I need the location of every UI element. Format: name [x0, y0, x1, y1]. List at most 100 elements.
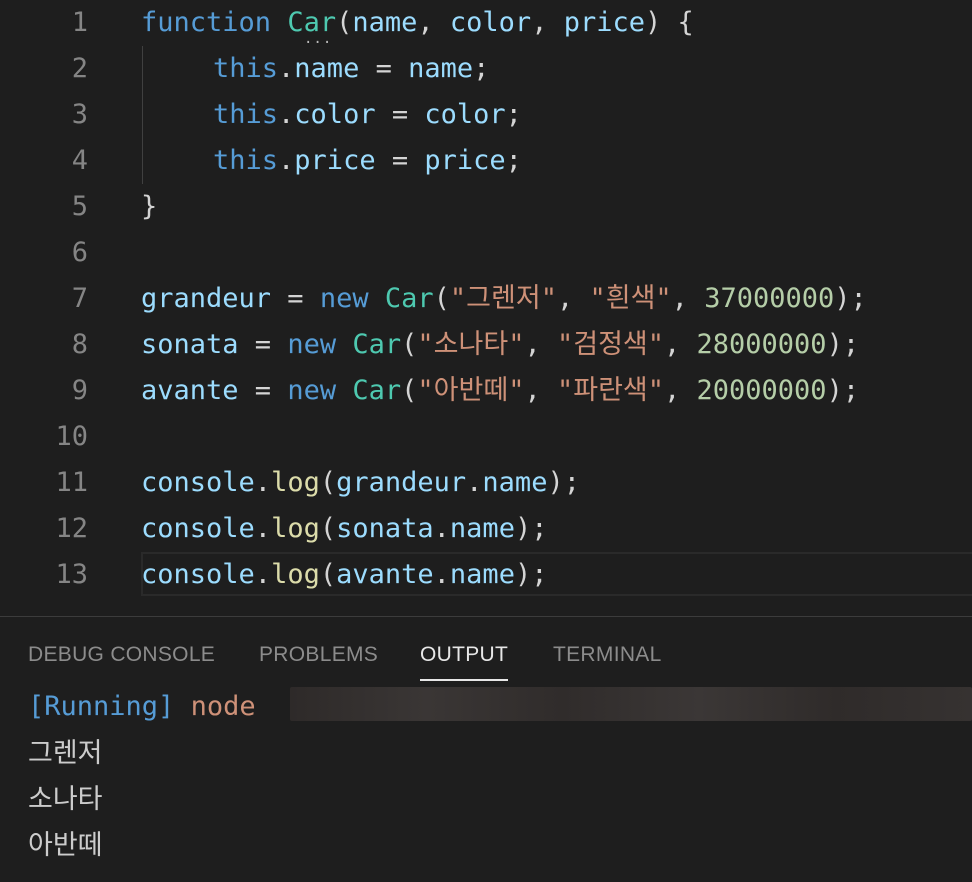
- string: "그렌저": [449, 283, 557, 314]
- keyword: new: [319, 283, 369, 314]
- punct: ;: [505, 99, 522, 130]
- code-line-5[interactable]: 5 }: [0, 184, 972, 230]
- param: price: [563, 7, 645, 38]
- punct: );: [547, 467, 580, 498]
- keyword: new: [287, 329, 337, 360]
- redacted-path: [290, 687, 972, 721]
- punct: ;: [473, 53, 490, 84]
- number: 37000000: [704, 283, 835, 314]
- code-line-12[interactable]: 12 console.log(sonata.name);: [0, 506, 972, 552]
- code-line-7[interactable]: 7 grandeur = new Car("그렌저", "흰색", 370000…: [0, 276, 972, 322]
- code-line-13[interactable]: 13 console.log(avante.name);: [0, 552, 972, 598]
- punct: =: [271, 283, 320, 314]
- code-line-9[interactable]: 9 avante = new Car("아반떼", "파란색", 2000000…: [0, 368, 972, 414]
- string: "파란색": [556, 375, 664, 406]
- punct: (: [401, 329, 418, 360]
- value: price: [424, 145, 506, 176]
- keyword: this: [213, 99, 279, 130]
- punct: ,: [556, 283, 590, 314]
- punct: );: [826, 375, 860, 406]
- code-line-2[interactable]: 2 this.name = name;: [0, 46, 972, 92]
- line-number: 13: [55, 559, 88, 590]
- keyword: new: [287, 375, 337, 406]
- code-editor[interactable]: ··· 1 function Car(name, color, price) {…: [0, 0, 972, 616]
- running-command: node: [190, 691, 256, 722]
- punct: );: [514, 559, 548, 590]
- code-line-3[interactable]: 3 this.color = color;: [0, 92, 972, 138]
- class-name: Car: [384, 283, 434, 314]
- object: console: [141, 513, 255, 544]
- punct: ,: [531, 7, 564, 38]
- punct: (: [319, 513, 337, 544]
- param: name: [352, 7, 418, 38]
- code-text[interactable]: this.name = name;: [141, 46, 489, 92]
- punct: ,: [524, 329, 557, 360]
- punct: =: [238, 375, 288, 406]
- code-text[interactable]: }: [141, 184, 157, 230]
- code-line-10[interactable]: 10: [0, 414, 972, 460]
- punct: );: [514, 513, 548, 544]
- property: color: [294, 99, 376, 130]
- method: log: [271, 467, 320, 498]
- code-text[interactable]: avante = new Car("아반떼", "파란색", 20000000)…: [141, 368, 859, 414]
- class-name: Car: [352, 329, 402, 360]
- punct: =: [375, 145, 425, 176]
- method: log: [271, 559, 320, 590]
- object: console: [141, 559, 255, 590]
- code-text[interactable]: grandeur = new Car("그렌저", "흰색", 37000000…: [141, 276, 867, 322]
- line-number: 3: [71, 99, 88, 130]
- code-text[interactable]: this.color = color;: [141, 92, 522, 138]
- punct: ,: [524, 375, 557, 406]
- line-number: 9: [71, 375, 88, 406]
- punct: );: [834, 283, 867, 314]
- property: name: [449, 559, 515, 590]
- keyword: this: [213, 53, 279, 84]
- punct: ) {: [644, 7, 694, 38]
- output-line: 아반떼: [28, 830, 103, 860]
- code-line-11[interactable]: 11 console.log(grandeur.name);: [0, 460, 972, 506]
- code-text[interactable]: function Car(name, color, price) {: [141, 0, 694, 46]
- punct: =: [238, 329, 288, 360]
- string: "검정색": [556, 329, 664, 360]
- method: log: [271, 513, 320, 544]
- tab-problems[interactable]: PROBLEMS: [259, 639, 378, 671]
- punct: (: [319, 559, 337, 590]
- keyword: this: [213, 145, 279, 176]
- punct: (: [401, 375, 418, 406]
- punct: );: [826, 329, 860, 360]
- function-name: Car: [287, 7, 337, 38]
- argument: sonata: [336, 513, 434, 544]
- code-text[interactable]: console.log(grandeur.name);: [141, 460, 580, 506]
- code-line-8[interactable]: 8 sonata = new Car("소나타", "검정색", 2800000…: [0, 322, 972, 368]
- code-text[interactable]: console.log(avante.name);: [141, 552, 547, 598]
- object: console: [141, 467, 255, 498]
- punct: =: [359, 53, 409, 84]
- output-line: 소나타: [28, 784, 103, 814]
- line-number: 1: [71, 7, 88, 38]
- code-line-4[interactable]: 4 this.price = price;: [0, 138, 972, 184]
- tab-terminal[interactable]: TERMINAL: [553, 639, 662, 671]
- code-text[interactable]: sonata = new Car("소나타", "검정색", 28000000)…: [141, 322, 859, 368]
- string: "소나타": [417, 329, 525, 360]
- number: 20000000: [696, 375, 827, 406]
- tab-debug-console[interactable]: DEBUG CONSOLE: [28, 639, 215, 671]
- punct: .: [433, 559, 450, 590]
- punct: ,: [664, 329, 697, 360]
- punct: .: [254, 513, 272, 544]
- punct: (: [336, 7, 353, 38]
- punct: .: [254, 467, 272, 498]
- punct: ;: [505, 145, 522, 176]
- code-line-6[interactable]: 6: [0, 230, 972, 276]
- line-number: 11: [55, 467, 88, 498]
- code-text[interactable]: console.log(sonata.name);: [141, 506, 547, 552]
- tab-output[interactable]: OUTPUT: [420, 639, 509, 681]
- number: 28000000: [696, 329, 827, 360]
- line-number: 7: [71, 283, 88, 314]
- code-text[interactable]: this.price = price;: [141, 138, 522, 184]
- running-label: [Running]: [28, 691, 175, 722]
- punct: ,: [417, 7, 450, 38]
- brace: }: [141, 191, 158, 222]
- line-number: 2: [71, 53, 88, 84]
- code-line-1[interactable]: 1 function Car(name, color, price) {: [0, 0, 972, 46]
